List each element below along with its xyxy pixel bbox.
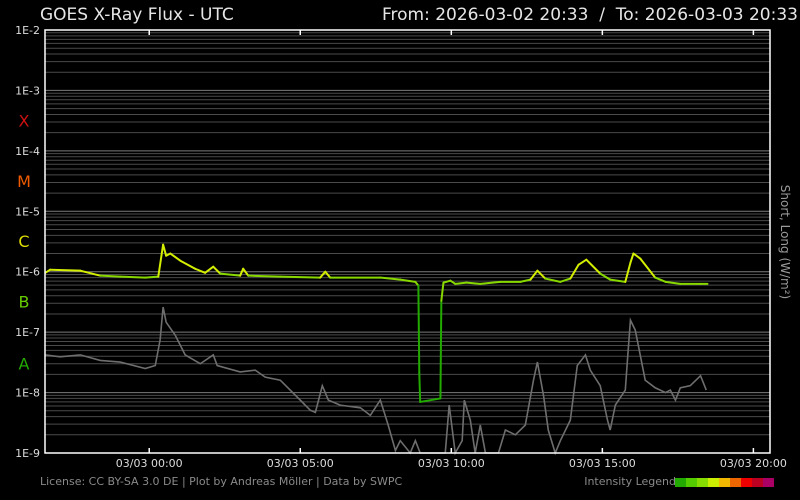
legend-swatch — [697, 478, 708, 487]
series-long-segment — [119, 275, 147, 279]
legend-swatch — [730, 478, 741, 487]
y-tick-label: 1E-3 — [15, 84, 40, 97]
series-long-segment — [465, 281, 482, 285]
series-lines — [44, 243, 709, 456]
series-long-segment — [454, 281, 468, 285]
class-label-a: A — [19, 355, 30, 374]
x-tick-label: 03/03 00:00 — [116, 457, 183, 470]
series-long-segment — [144, 275, 160, 279]
legend-swatch — [763, 478, 774, 487]
legend-swatch — [719, 478, 730, 487]
footer-credits: License: CC BY-SA 3.0 DE | Plot by Andre… — [40, 475, 402, 488]
series-long-segment — [279, 275, 322, 279]
series-long-segment — [577, 258, 588, 266]
series-long-segment — [664, 280, 682, 285]
series-long-segment — [417, 284, 421, 375]
y-axis-label: Short, Long (W/m²) — [778, 185, 792, 299]
series-long-segment — [247, 274, 282, 278]
y-tick-label: 1E-4 — [15, 145, 40, 158]
y-tick-label: 1E-8 — [15, 387, 40, 400]
series-long-segment — [162, 243, 168, 257]
y-tick-label: 1E-2 — [15, 24, 40, 37]
series-long-segment — [418, 372, 422, 403]
series-long-segment — [49, 268, 82, 272]
series-short-line — [45, 306, 708, 456]
x-tick-label: 03/03 20:00 — [720, 457, 787, 470]
legend-swatch — [675, 478, 686, 487]
legend-swatch — [752, 478, 763, 487]
series-long-segment — [219, 272, 242, 277]
legend-swatch — [741, 478, 752, 487]
x-tick-label: 03/03 10:00 — [418, 457, 485, 470]
series-long-segment — [419, 397, 442, 403]
intensity-legend-label: Intensity Legend — [584, 475, 676, 488]
class-label-m: M — [17, 172, 31, 191]
class-label-b: B — [19, 293, 30, 312]
legend-swatch — [686, 478, 697, 487]
series-long-segment — [212, 265, 222, 275]
chart-title: GOES X-Ray Flux - UTC — [40, 5, 234, 25]
class-label-x: X — [19, 111, 30, 130]
xray-flux-chart: GOES X-Ray Flux - UTC From: 2026-03-02 2… — [15, 5, 798, 488]
series-long-segment — [439, 299, 443, 400]
intensity-legend-swatches — [675, 478, 774, 487]
series-long-segment — [99, 274, 122, 278]
y-tick-label: 1E-5 — [15, 205, 40, 218]
series-long-segment — [179, 259, 197, 270]
series-long-segment — [629, 252, 635, 264]
legend-swatch — [708, 478, 719, 487]
x-tick-label: 03/03 05:00 — [267, 457, 334, 470]
class-label-c: C — [18, 232, 29, 251]
series-long-segment — [624, 261, 632, 283]
series-long-segment — [479, 280, 502, 285]
y-tick-label: 1E-6 — [15, 266, 40, 279]
series-long-segment — [632, 252, 642, 260]
x-tick-label: 03/03 15:00 — [569, 457, 636, 470]
date-range: From: 2026-03-02 20:33 / To: 2026-03-03 … — [382, 5, 798, 25]
y-tick-label: 1E-9 — [15, 447, 40, 460]
series-long-segment — [169, 252, 182, 262]
y-tick-label: 1E-7 — [15, 326, 40, 339]
